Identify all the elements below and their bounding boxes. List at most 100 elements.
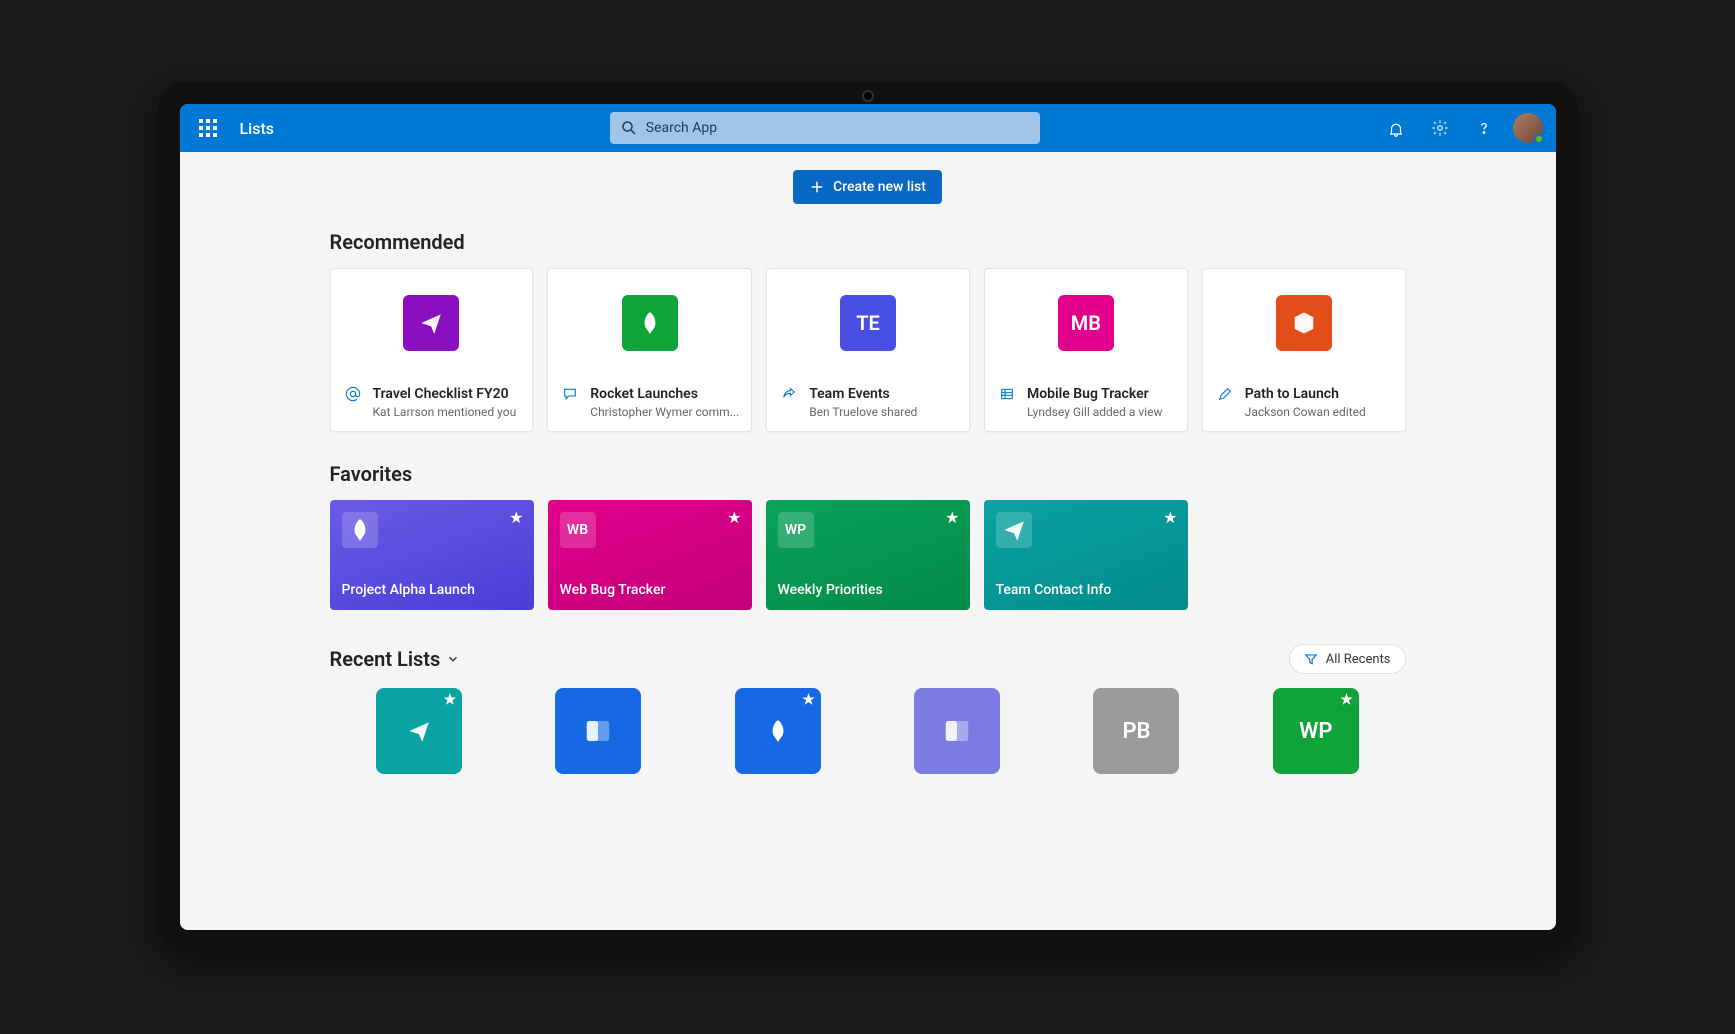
chevron-down-icon bbox=[446, 652, 460, 666]
share-icon bbox=[779, 386, 799, 419]
gear-icon bbox=[1431, 119, 1449, 137]
favorite-card[interactable]: ★ Team Contact Info bbox=[984, 500, 1188, 610]
create-button-label: Create new list bbox=[833, 179, 926, 195]
recent-tile[interactable]: ★ bbox=[735, 688, 821, 774]
tile-initials: TE bbox=[856, 311, 880, 335]
star-icon[interactable]: ★ bbox=[945, 508, 959, 527]
list-tile-icon bbox=[1276, 295, 1332, 351]
search-container bbox=[282, 112, 1367, 144]
star-icon[interactable]: ★ bbox=[727, 508, 741, 527]
card-title: Rocket Launches bbox=[590, 386, 739, 403]
favorite-label: Project Alpha Launch bbox=[342, 582, 522, 598]
card-subtitle: Christopher Wymer comm... bbox=[590, 405, 739, 419]
favorite-card[interactable]: ★WPWeekly Priorities bbox=[766, 500, 970, 610]
card-title: Path to Launch bbox=[1245, 386, 1366, 403]
recent-tile[interactable]: PB bbox=[1093, 688, 1179, 774]
plus-icon bbox=[809, 179, 825, 195]
page-body: Create new list Recommended Travel Check… bbox=[180, 152, 1556, 930]
list-tile-icon bbox=[403, 295, 459, 351]
notifications-button[interactable] bbox=[1376, 108, 1416, 148]
recent-tile[interactable]: ★ WP bbox=[1273, 688, 1359, 774]
list-tile-icon: TE bbox=[840, 295, 896, 351]
create-new-list-button[interactable]: Create new list bbox=[793, 170, 942, 204]
star-icon[interactable]: ★ bbox=[802, 692, 815, 708]
recent-filter-label: All Recents bbox=[1326, 652, 1391, 667]
search-icon bbox=[620, 119, 638, 137]
tile-initials: WP bbox=[1299, 719, 1332, 744]
presence-indicator bbox=[1534, 134, 1544, 144]
help-button[interactable] bbox=[1464, 108, 1504, 148]
recommended-row: Travel Checklist FY20Kat Larrson mention… bbox=[330, 268, 1406, 432]
card-title: Travel Checklist FY20 bbox=[373, 386, 517, 403]
filter-icon bbox=[1304, 652, 1318, 666]
star-icon[interactable]: ★ bbox=[1163, 508, 1177, 527]
favorites-heading: Favorites bbox=[330, 462, 1406, 486]
grid-icon bbox=[997, 386, 1017, 419]
tile-initials: PB bbox=[1122, 719, 1150, 744]
favorite-tile-icon bbox=[996, 512, 1032, 548]
header-actions bbox=[1376, 108, 1548, 148]
card-footer: Path to Launch Jackson Cowan edited bbox=[1203, 376, 1405, 431]
card-footer: Team Events Ben Truelove shared bbox=[767, 376, 969, 431]
search-box[interactable] bbox=[610, 112, 1040, 144]
card-subtitle: Jackson Cowan edited bbox=[1245, 405, 1366, 419]
account-button[interactable] bbox=[1508, 108, 1548, 148]
card-tile-area bbox=[1203, 269, 1405, 376]
recent-tile[interactable]: ★ bbox=[376, 688, 462, 774]
tile-initials: MB bbox=[1071, 311, 1101, 335]
recent-tile[interactable] bbox=[555, 688, 641, 774]
user-avatar bbox=[1513, 113, 1543, 143]
content-wrap: Create new list Recommended Travel Check… bbox=[318, 152, 1418, 804]
card-tile-area: MB bbox=[985, 269, 1187, 376]
favorite-card[interactable]: ★ Project Alpha Launch bbox=[330, 500, 534, 610]
card-footer: Rocket Launches Christopher Wymer comm... bbox=[548, 376, 751, 431]
favorite-label: Team Contact Info bbox=[996, 582, 1176, 598]
device-frame: Lists bbox=[158, 82, 1578, 952]
recent-row: ★ ★ PB ★ WP bbox=[330, 688, 1406, 774]
favorite-label: Web Bug Tracker bbox=[560, 582, 740, 598]
mention-icon bbox=[343, 386, 363, 419]
app-title: Lists bbox=[240, 119, 275, 138]
app-screen: Lists bbox=[180, 104, 1556, 930]
card-subtitle: Ben Truelove shared bbox=[809, 405, 917, 419]
star-icon[interactable]: ★ bbox=[444, 692, 457, 708]
tile-initials: WB bbox=[567, 522, 588, 538]
recent-filter-button[interactable]: All Recents bbox=[1289, 644, 1406, 674]
list-tile-icon bbox=[622, 295, 678, 351]
card-subtitle: Lyndsey Gill added a view bbox=[1027, 405, 1163, 419]
card-tile-area bbox=[548, 269, 751, 376]
recommended-heading: Recommended bbox=[330, 230, 1406, 254]
recommended-card[interactable]: TE Team Events Ben Truelove shared bbox=[766, 268, 970, 432]
pencil-icon bbox=[1215, 386, 1235, 419]
star-icon[interactable]: ★ bbox=[509, 508, 523, 527]
tile-initials: WP bbox=[785, 522, 806, 538]
list-tile-icon: MB bbox=[1058, 295, 1114, 351]
recent-heading-label: Recent Lists bbox=[330, 647, 441, 671]
recent-heading[interactable]: Recent Lists bbox=[330, 647, 461, 671]
waffle-icon bbox=[199, 119, 217, 137]
question-icon bbox=[1475, 119, 1493, 137]
favorites-row: ★Project Alpha Launch★WBWeb Bug Tracker★… bbox=[330, 500, 1406, 610]
recent-tile[interactable] bbox=[914, 688, 1000, 774]
recommended-card[interactable]: Rocket Launches Christopher Wymer comm... bbox=[547, 268, 752, 432]
settings-button[interactable] bbox=[1420, 108, 1460, 148]
bell-icon bbox=[1387, 119, 1405, 137]
create-row: Create new list bbox=[330, 152, 1406, 224]
card-tile-area: TE bbox=[767, 269, 969, 376]
recommended-card[interactable]: MB Mobile Bug Tracker Lyndsey Gill added a… bbox=[984, 268, 1188, 432]
star-icon[interactable]: ★ bbox=[1340, 692, 1353, 708]
favorite-tile-icon bbox=[342, 512, 378, 548]
search-input[interactable] bbox=[646, 120, 1030, 136]
card-title: Mobile Bug Tracker bbox=[1027, 386, 1163, 403]
recommended-card[interactable]: Travel Checklist FY20Kat Larrson mention… bbox=[330, 268, 534, 432]
comment-icon bbox=[560, 386, 580, 419]
camera-dot bbox=[862, 90, 874, 102]
recommended-card[interactable]: Path to Launch Jackson Cowan edited bbox=[1202, 268, 1406, 432]
header-bar: Lists bbox=[180, 104, 1556, 152]
card-footer: Mobile Bug Tracker Lyndsey Gill added a v… bbox=[985, 376, 1187, 431]
app-launcher-button[interactable] bbox=[188, 108, 228, 148]
card-title: Team Events bbox=[809, 386, 917, 403]
card-footer: Travel Checklist FY20Kat Larrson mention… bbox=[331, 376, 533, 431]
card-tile-area bbox=[331, 269, 533, 376]
favorite-card[interactable]: ★ WB Web Bug Tracker bbox=[548, 500, 752, 610]
